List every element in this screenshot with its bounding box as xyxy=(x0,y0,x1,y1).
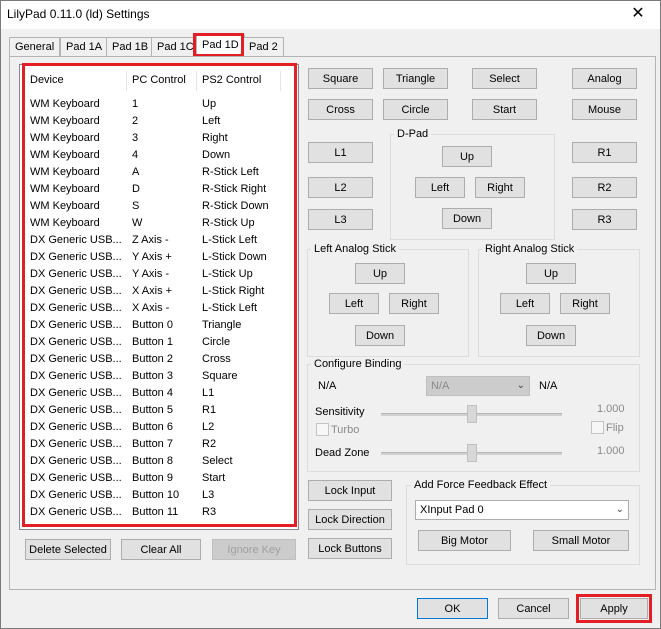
r2-button[interactable]: R2 xyxy=(572,177,637,198)
apply-highlight xyxy=(576,594,652,623)
right-stick-left-button[interactable]: Left xyxy=(500,293,550,314)
dpad-up-button[interactable]: Up xyxy=(442,146,492,167)
deadzone-slider[interactable] xyxy=(466,444,477,462)
left-stick-left-button[interactable]: Left xyxy=(329,293,379,314)
lock-input-button[interactable]: Lock Input xyxy=(308,480,392,501)
r1-button[interactable]: R1 xyxy=(572,142,637,163)
list-highlight xyxy=(22,63,297,527)
big-motor-button[interactable]: Big Motor xyxy=(418,530,511,551)
sensitivity-label: Sensitivity xyxy=(315,406,365,418)
right-stick-down-button[interactable]: Down xyxy=(526,325,576,346)
square-button[interactable]: Square xyxy=(308,68,373,89)
start-button[interactable]: Start xyxy=(472,99,537,120)
deadzone-label: Dead Zone xyxy=(315,447,370,459)
triangle-button[interactable]: Triangle xyxy=(383,68,448,89)
small-motor-button[interactable]: Small Motor xyxy=(533,530,629,551)
dpad-right-button[interactable]: Right xyxy=(475,177,525,198)
binding-combo-value: N/A xyxy=(431,380,450,392)
settings-window: LilyPad 0.11.0 (ld) Settings ✕ General P… xyxy=(0,0,661,629)
tab-highlight xyxy=(193,33,244,57)
delete-selected-button[interactable]: Delete Selected xyxy=(25,539,111,560)
r3-button[interactable]: R3 xyxy=(572,209,637,230)
l1-button[interactable]: L1 xyxy=(308,142,373,163)
close-icon[interactable]: ✕ xyxy=(626,4,650,24)
left-stick-down-button[interactable]: Down xyxy=(355,325,405,346)
configure-binding-label: Configure Binding xyxy=(311,358,405,371)
binding-right-value: N/A xyxy=(539,380,558,392)
flip-checkbox[interactable] xyxy=(591,421,604,434)
lock-direction-button[interactable]: Lock Direction xyxy=(308,509,392,530)
tab-pad-1a[interactable]: Pad 1A xyxy=(60,37,109,56)
tab-general[interactable]: General xyxy=(9,37,61,56)
flip-label: Flip xyxy=(606,422,624,434)
dpad-left-button[interactable]: Left xyxy=(415,177,465,198)
force-feedback-device-select[interactable]: XInput Pad 0 ⌄ xyxy=(415,500,629,520)
ignore-key-button[interactable]: Ignore Key xyxy=(212,539,296,560)
lock-buttons-button[interactable]: Lock Buttons xyxy=(308,538,392,559)
mouse-button[interactable]: Mouse xyxy=(572,99,637,120)
binding-left-value: N/A xyxy=(318,380,337,392)
ok-button[interactable]: OK xyxy=(417,598,488,619)
tab-pad-2[interactable]: Pad 2 xyxy=(243,37,284,56)
deadzone-value: 1.000 xyxy=(597,445,625,457)
turbo-checkbox[interactable] xyxy=(316,423,329,436)
left-stick-label: Left Analog Stick xyxy=(311,243,399,256)
force-feedback-label: Add Force Feedback Effect xyxy=(411,479,551,492)
title-bar: LilyPad 0.11.0 (ld) Settings ✕ xyxy=(1,1,660,29)
tab-pad-1b[interactable]: Pad 1B xyxy=(106,37,155,56)
binding-combo[interactable]: N/A ⌄ xyxy=(426,376,530,396)
left-stick-right-button[interactable]: Right xyxy=(389,293,439,314)
right-stick-right-button[interactable]: Right xyxy=(560,293,610,314)
force-feedback-group xyxy=(406,485,640,565)
force-feedback-device-value: XInput Pad 0 xyxy=(420,504,484,516)
window-title: LilyPad 0.11.0 (ld) Settings xyxy=(7,7,150,21)
right-stick-up-button[interactable]: Up xyxy=(526,263,576,284)
cross-button[interactable]: Cross xyxy=(308,99,373,120)
right-stick-label: Right Analog Stick xyxy=(482,243,578,256)
dpad-down-button[interactable]: Down xyxy=(442,208,492,229)
turbo-label: Turbo xyxy=(331,424,360,436)
l2-button[interactable]: L2 xyxy=(308,177,373,198)
sensitivity-value: 1.000 xyxy=(597,403,625,415)
sensitivity-slider[interactable] xyxy=(466,405,477,423)
clear-all-button[interactable]: Clear All xyxy=(121,539,201,560)
chevron-down-icon: ⌄ xyxy=(615,504,624,515)
l3-button[interactable]: L3 xyxy=(308,209,373,230)
left-stick-up-button[interactable]: Up xyxy=(355,263,405,284)
chevron-down-icon: ⌄ xyxy=(516,380,525,391)
analog-button[interactable]: Analog xyxy=(572,68,637,89)
dpad-label: D-Pad xyxy=(394,128,432,141)
circle-button[interactable]: Circle xyxy=(383,99,448,120)
select-button[interactable]: Select xyxy=(472,68,537,89)
cancel-button[interactable]: Cancel xyxy=(498,598,569,619)
